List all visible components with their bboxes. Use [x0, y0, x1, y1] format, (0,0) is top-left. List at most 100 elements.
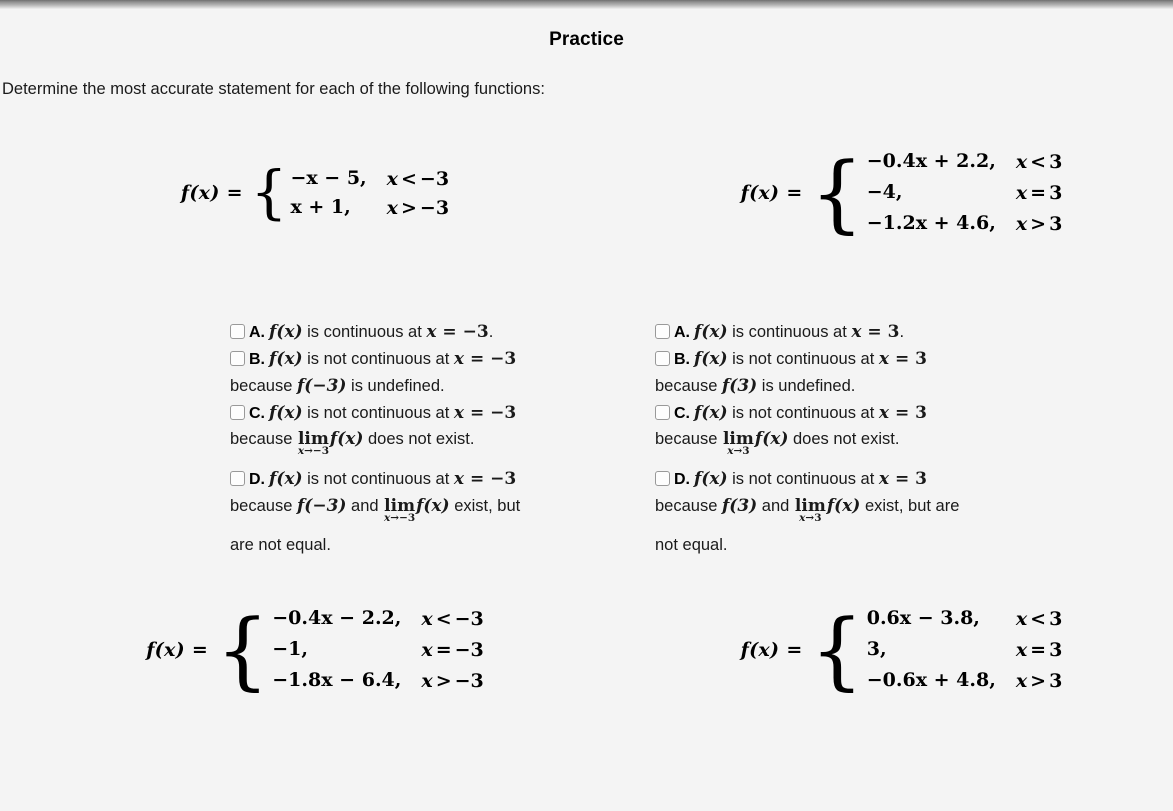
option-eq: = — [464, 402, 491, 423]
option-left-C[interactable]: C. f(x) is not continuous at x = −3 — [230, 400, 630, 427]
case-expression: −0.4x − 2.2, — [272, 607, 402, 630]
function-equals: = — [191, 639, 208, 662]
checkbox-left-A[interactable] — [230, 324, 245, 339]
options-row: A. f(x) is continuous at x = −3. B. f(x) i… — [0, 319, 1173, 558]
case-expression: −0.6x + 4.8, — [866, 669, 996, 692]
function-cases: −0.4x + 2.2, x <3 −4, x = 3 −1.2x + 4.6, x >… — [867, 151, 1063, 235]
option-text: not equal. — [655, 536, 728, 555]
option-text: because — [230, 497, 297, 516]
option-text: is not continuous at — [727, 470, 879, 489]
option-text: is not continuous at — [302, 349, 454, 368]
option-text: exist, but are — [860, 497, 960, 516]
option-text: does not exist. — [363, 430, 475, 449]
cond-var: x — [421, 639, 433, 662]
limit-fx: f(x) — [329, 429, 364, 450]
cond-var: x — [1015, 151, 1028, 173]
cond-value: 3 — [1049, 213, 1063, 235]
cond-value: 3 — [1049, 670, 1063, 693]
checkbox-left-B[interactable] — [230, 350, 245, 366]
case-expression: 3, — [866, 638, 887, 661]
option-right-B-line2: because f(3) is undefined. — [655, 373, 1055, 400]
piecewise-function-top-right: f(x) = { −0.4x + 2.2, x <3 −4, x = 3 −1.2x … — [740, 150, 1063, 235]
option-text: is not continuous at — [727, 403, 879, 422]
option-letter: B. — [249, 350, 265, 368]
option-right-D-line3: not equal. — [655, 532, 1055, 558]
option-text: is continuous at — [727, 323, 852, 341]
lim-subscript: x→−3 — [384, 513, 415, 524]
lim-sub-arrow: → — [390, 512, 400, 525]
option-left-D[interactable]: D. f(x) is not continuous at x = −3 — [230, 466, 630, 493]
cond-value: −3 — [419, 167, 450, 190]
option-text: and — [346, 497, 384, 516]
case-expression: −1.8x − 6.4, — [272, 669, 402, 692]
option-var: x — [453, 469, 465, 490]
cond-value: −3 — [454, 670, 484, 693]
option-text: is undefined. — [346, 376, 445, 395]
option-letter: D. — [249, 471, 265, 489]
option-left-D-line3: are not equal. — [230, 532, 630, 558]
option-eq: = — [861, 322, 888, 342]
case-condition: x < −3 — [421, 608, 483, 630]
option-right-D[interactable]: D. f(x) is not continuous at x = 3 — [655, 466, 1055, 493]
case-condition: x >3 — [1016, 670, 1062, 692]
case-condition: x > −3 — [387, 197, 449, 219]
function-row-top: f(x) = { −x − 5, x < −3 x + 1, x > −3 f(x) — [0, 150, 1173, 235]
option-letter: A. — [249, 324, 265, 341]
cond-relation: > — [401, 196, 417, 219]
function-lhs: f(x) — [740, 182, 780, 204]
case-condition: x <3 — [1016, 608, 1062, 630]
cond-relation: < — [1030, 151, 1047, 173]
cond-relation: = — [435, 639, 452, 662]
option-period: . — [899, 323, 905, 341]
option-val: −3 — [490, 469, 517, 490]
option-text: is continuous at — [302, 323, 427, 341]
checkbox-right-C[interactable] — [655, 404, 670, 420]
checkbox-right-A[interactable] — [655, 324, 670, 339]
lim-subscript: x→3 — [727, 446, 749, 457]
option-var: x — [453, 348, 465, 369]
option-eq: = — [889, 402, 916, 423]
option-fx: f(x) — [269, 348, 303, 369]
option-letter: B. — [674, 350, 690, 368]
option-fx: f(x) — [269, 469, 303, 490]
limit-fx: f(x) — [754, 429, 789, 450]
option-right-C[interactable]: C. f(x) is not continuous at x = 3 — [655, 400, 1055, 427]
lim-sub-value: 3 — [742, 445, 750, 458]
option-text: is not continuous at — [302, 403, 454, 422]
lim-sub-arrow: → — [733, 445, 743, 458]
cond-relation: = — [1030, 639, 1047, 662]
option-var: x — [878, 469, 890, 490]
cond-relation: < — [1030, 608, 1047, 631]
case-expression: 0.6x − 3.8, — [866, 607, 980, 630]
option-right-A[interactable]: A. f(x) is continuous at x = 3. — [655, 319, 1055, 346]
option-text: are not equal. — [230, 536, 331, 555]
function-cases: 0.6x − 3.8, x <3 3, x = 3 −0.6x + 4.8, x >3 — [867, 608, 1063, 692]
brace-icon: { — [215, 600, 270, 699]
checkbox-right-D[interactable] — [655, 471, 670, 487]
limit-fx: f(x) — [826, 496, 861, 517]
limit-operator: lim x→−3 — [384, 498, 415, 524]
piecewise-function-bottom-left: f(x) = { −0.4x − 2.2, x < −3 −1, x = −3 −1.8… — [146, 600, 484, 699]
option-right-B[interactable]: B. f(x) is not continuous at x = 3 — [655, 346, 1055, 373]
option-val: 3 — [915, 348, 927, 369]
checkbox-left-D[interactable] — [230, 471, 245, 487]
option-val: 3 — [887, 322, 900, 342]
option-var: x — [851, 322, 862, 342]
option-left-B[interactable]: B. f(x) is not continuous at x = −3 — [230, 346, 630, 373]
option-letter: A. — [674, 324, 690, 341]
checkbox-right-B[interactable] — [655, 350, 670, 366]
case-condition: x < −3 — [387, 168, 449, 190]
checkbox-left-C[interactable] — [230, 404, 245, 420]
cond-var: x — [1015, 213, 1028, 235]
case-condition: x = −3 — [421, 639, 483, 661]
option-text: is not continuous at — [727, 349, 879, 368]
option-left-A[interactable]: A. f(x) is continuous at x = −3. — [230, 319, 630, 346]
option-fx: f(x) — [269, 402, 303, 423]
option-fvalue: f(3) — [721, 496, 758, 517]
worksheet-page: Practice Determine the most accurate sta… — [0, 9, 1173, 811]
function-lhs: f(x) — [146, 639, 185, 662]
function-equals: = — [786, 182, 803, 204]
option-text: does not exist. — [788, 430, 900, 449]
option-text: is undefined. — [757, 376, 856, 395]
cond-var: x — [1015, 608, 1028, 631]
